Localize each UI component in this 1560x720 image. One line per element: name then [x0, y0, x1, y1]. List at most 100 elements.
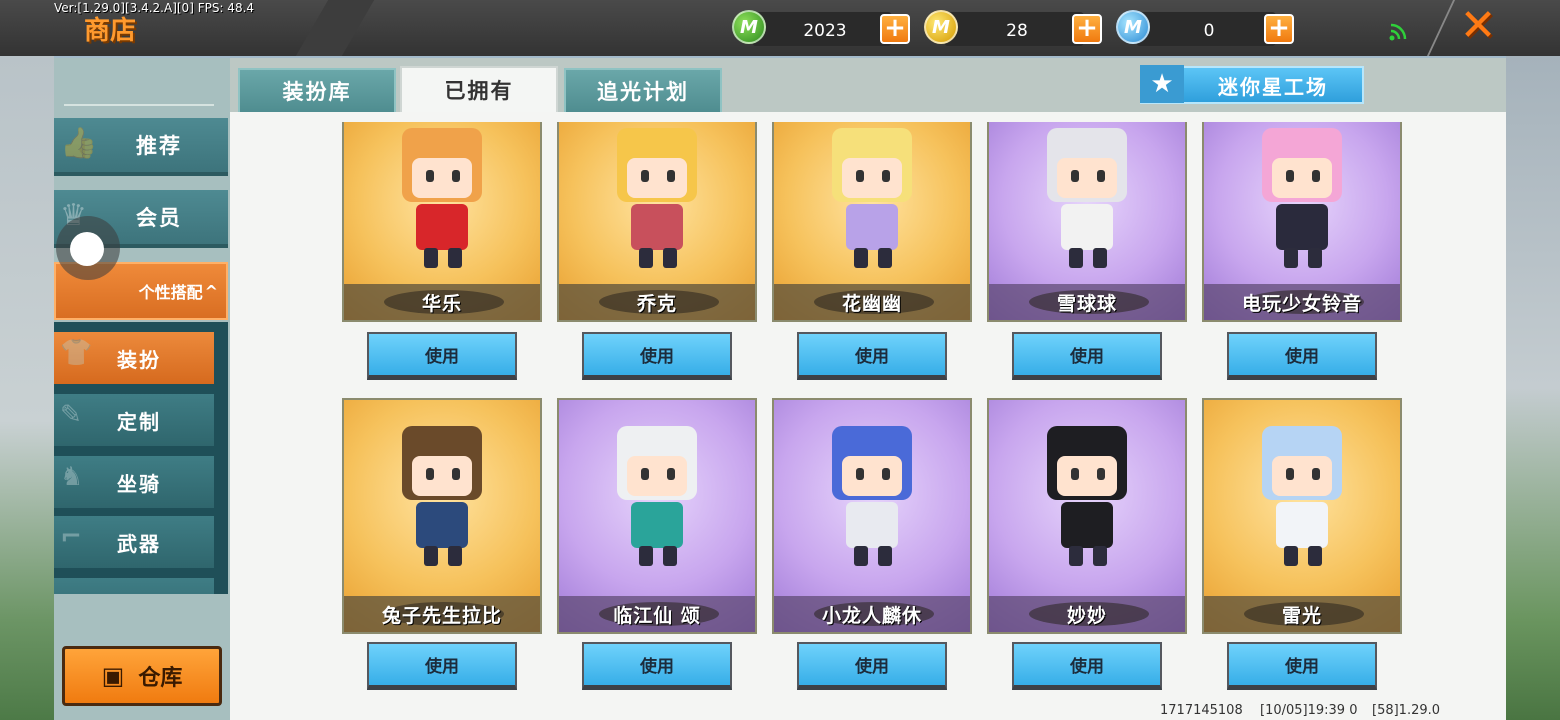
skin-name: 华乐 — [421, 292, 462, 315]
skin-card[interactable]: 华乐 — [342, 122, 542, 322]
skin-character-image — [609, 416, 705, 566]
skin-name-bar: 花幽幽 — [774, 284, 970, 320]
pencil-icon: ✎ — [60, 400, 84, 430]
use-skin-button[interactable]: 使用 — [367, 642, 517, 690]
mini-workshop-button[interactable]: ★ 迷你星工场 — [1140, 65, 1364, 104]
skin-character-image — [1039, 122, 1135, 268]
sidebar-item-label: 会员 — [136, 206, 182, 230]
scene-background-right — [1506, 56, 1560, 720]
use-skin-button[interactable]: 使用 — [1012, 642, 1162, 690]
skin-character-image — [824, 416, 920, 566]
use-skin-button[interactable]: 使用 — [1012, 332, 1162, 380]
skin-name: 雪球球 — [1056, 292, 1117, 315]
sidebar-subitem-weapon[interactable]: ⌐ 武器 — [54, 516, 214, 568]
currency-value-point: 0 — [1203, 21, 1215, 41]
currency-value-bean: 2023 — [803, 21, 847, 41]
skin-character-image — [609, 122, 705, 268]
skin-character-image — [1254, 416, 1350, 566]
use-skin-button[interactable]: 使用 — [1227, 332, 1377, 380]
mini-coin-gold-icon: M — [924, 10, 958, 44]
skin-name-bar: 华乐 — [344, 284, 540, 320]
add-bean-button[interactable]: + — [880, 14, 910, 44]
owned-skin-grid: 华乐 使用 乔克 使用 花幽幽 使用 雪球球 使用 电玩少女铃音 使用 兔子先生拉比 使用 临江仙 颂使… — [230, 112, 1506, 720]
tab-owned[interactable]: 已拥有 — [400, 66, 558, 112]
skin-name: 花幽幽 — [841, 292, 902, 315]
add-coin-button[interactable]: + — [1072, 14, 1102, 44]
sidebar-subitem-label: 装扮 — [117, 347, 161, 372]
sidebar-subitem-label: 坐骑 — [117, 471, 161, 496]
warehouse-label: 仓库 — [138, 666, 183, 691]
skin-card[interactable]: 雪球球 — [987, 122, 1187, 322]
star-icon: ★ — [1140, 65, 1184, 103]
sidebar-subitem-label: 定制 — [117, 409, 161, 434]
use-skin-button[interactable]: 使用 — [367, 332, 517, 380]
footer-user-id: 1717145108 — [1160, 703, 1243, 718]
skin-card[interactable]: 妙妙 — [987, 398, 1187, 634]
skin-card[interactable]: 花幽幽 — [772, 122, 972, 322]
sidebar-sub-list: 👕 装扮 ✎ 定制 ♞ 坐骑 ⌐ 武器 — [54, 322, 228, 594]
skin-card[interactable]: 小龙人麟休 — [772, 398, 972, 634]
floating-joystick[interactable] — [56, 216, 120, 280]
tab-light-chase-plan[interactable]: 追光计划 — [564, 68, 722, 112]
thumbs-up-icon: 👍 — [60, 126, 100, 161]
skin-character-image — [824, 122, 920, 268]
chest-icon: ▣ — [101, 662, 125, 690]
mini-point-blue-coin-icon: M — [1116, 10, 1150, 44]
currency-value-coin: 28 — [1006, 21, 1028, 41]
tab-skin-library[interactable]: 装扮库 — [238, 68, 396, 112]
chevron-up-icon: ^ — [204, 281, 218, 301]
skin-card[interactable]: 临江仙 颂 — [557, 398, 757, 634]
skin-name-bar: 小龙人麟休 — [774, 596, 970, 632]
skin-character-image — [394, 416, 490, 566]
page-title: 商店 — [84, 16, 137, 46]
sidebar-subitem-partial[interactable] — [54, 578, 214, 594]
use-skin-button[interactable]: 使用 — [1227, 642, 1377, 690]
footer-timestamp: [10/05]19:39 0 — [1260, 703, 1358, 718]
skin-name: 雷光 — [1281, 604, 1322, 627]
mini-bean-green-coin-icon: M — [732, 10, 766, 44]
skin-card[interactable]: 乔克 — [557, 122, 757, 322]
joystick-knob[interactable] — [70, 232, 104, 266]
skin-name: 临江仙 颂 — [613, 604, 701, 627]
gun-icon: ⌐ — [60, 522, 84, 552]
use-skin-button[interactable]: 使用 — [797, 642, 947, 690]
skin-character-image — [1254, 122, 1350, 268]
skin-name: 小龙人麟休 — [821, 604, 922, 627]
skin-name-bar: 雷光 — [1204, 596, 1400, 632]
skin-name: 妙妙 — [1066, 604, 1107, 627]
skin-name-bar: 乔克 — [559, 284, 755, 320]
close-icon[interactable]: ✕ — [1458, 4, 1498, 48]
skin-card[interactable]: 兔子先生拉比 — [342, 398, 542, 634]
skin-card[interactable]: 电玩少女铃音 — [1202, 122, 1402, 322]
sidebar-subitem-custom[interactable]: ✎ 定制 — [54, 394, 214, 446]
use-skin-button[interactable]: 使用 — [582, 642, 732, 690]
skin-name-bar: 妙妙 — [989, 596, 1185, 632]
signal-icon — [1389, 23, 1407, 41]
skin-name-bar: 兔子先生拉比 — [344, 596, 540, 632]
footer-build: [58]1.29.0 — [1372, 703, 1441, 718]
skin-card[interactable]: 雷光 — [1202, 398, 1402, 634]
skin-name: 乔克 — [636, 292, 677, 315]
skin-name: 电玩少女铃音 — [1241, 292, 1362, 315]
sidebar-item-recommend[interactable]: 👍 推荐 — [54, 118, 228, 176]
skin-name-bar: 临江仙 颂 — [559, 596, 755, 632]
mini-workshop-label: 迷你星工场 — [1218, 74, 1328, 99]
skin-character-image — [1039, 416, 1135, 566]
shirt-icon: 👕 — [60, 338, 95, 368]
skin-name-bar: 电玩少女铃音 — [1204, 284, 1400, 320]
saddle-icon: ♞ — [60, 462, 86, 492]
sidebar-subitem-mount[interactable]: ♞ 坐骑 — [54, 456, 214, 508]
skin-name-bar: 雪球球 — [989, 284, 1185, 320]
use-skin-button[interactable]: 使用 — [797, 332, 947, 380]
sidebar-item-label: 推荐 — [136, 134, 182, 158]
sidebar-group-label: 个性搭配 — [138, 283, 203, 302]
scene-background-left — [0, 56, 54, 720]
add-point-button[interactable]: + — [1264, 14, 1294, 44]
skin-character-image — [394, 122, 490, 268]
warehouse-button[interactable]: ▣ 仓库 — [62, 646, 222, 706]
use-skin-button[interactable]: 使用 — [582, 332, 732, 380]
sidebar-subitem-label: 武器 — [117, 531, 161, 556]
sidebar-divider — [64, 104, 214, 106]
sidebar-subitem-outfit[interactable]: 👕 装扮 — [54, 332, 214, 384]
skin-name: 兔子先生拉比 — [381, 604, 502, 627]
